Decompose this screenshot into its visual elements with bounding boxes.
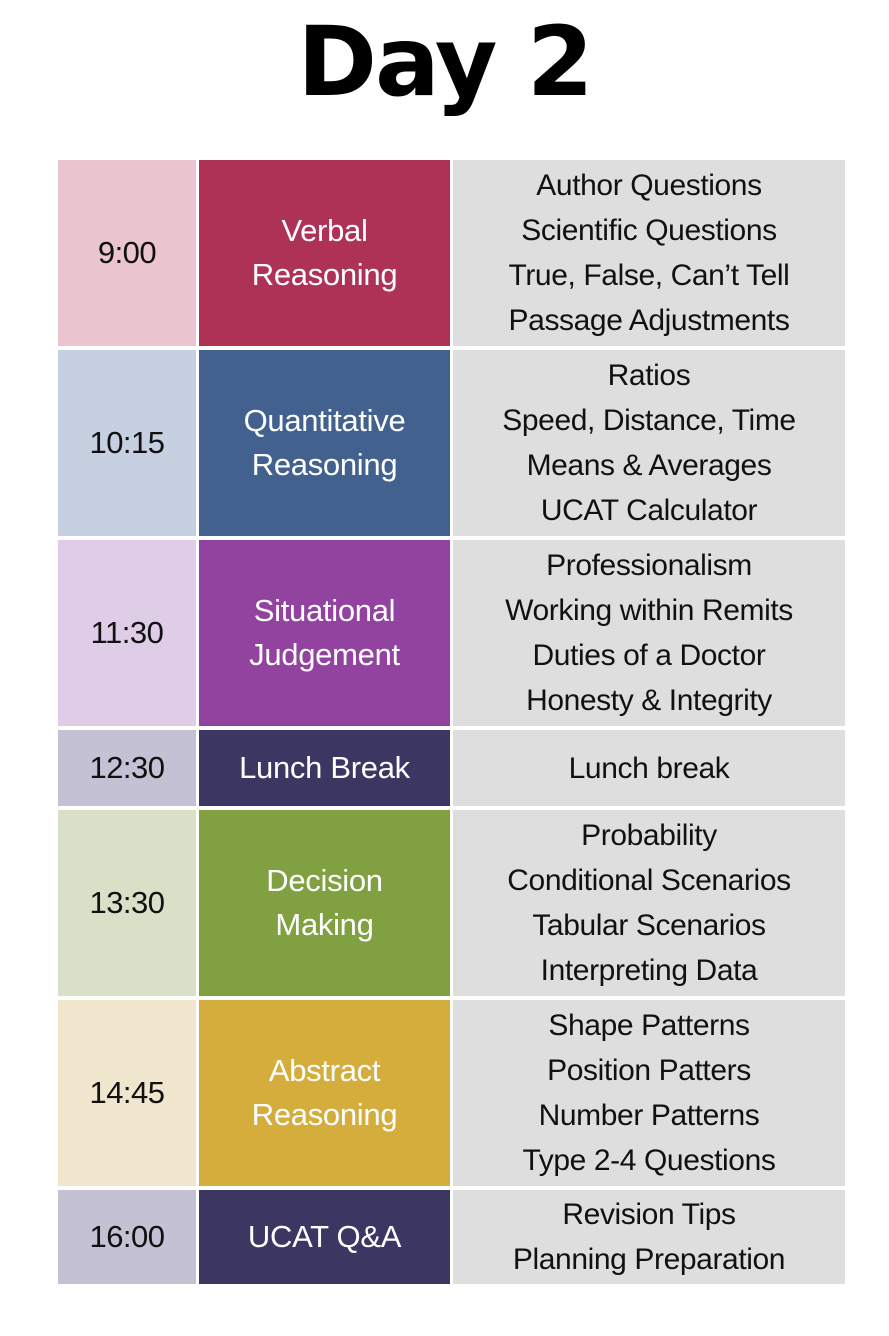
session-topic-item: Planning Preparation — [512, 1243, 786, 1276]
session-topic-item: Type 2-4 Questions — [522, 1144, 776, 1177]
session-subject-label: Situational Judgement — [249, 589, 400, 677]
session-topic-item: Ratios — [607, 359, 691, 392]
session-topics-cell: Revision Tips Planning Preparation — [453, 1190, 845, 1284]
page-title: Day 2 — [297, 6, 593, 118]
session-topic-item: Speed, Distance, Time — [502, 404, 796, 437]
session-subject-cell: Verbal Reasoning — [199, 160, 450, 346]
table-row: 12:30 Lunch Break Lunch break — [58, 730, 845, 806]
session-subject-cell: UCAT Q&A — [199, 1190, 450, 1284]
session-time-cell: 12:30 — [58, 730, 196, 806]
session-topic-item: Revision Tips — [562, 1198, 736, 1231]
session-topic-item: Tabular Scenarios — [532, 909, 766, 942]
table-row: 16:00 UCAT Q&A Revision Tips Planning Prepa… — [58, 1190, 845, 1284]
session-subject-line: Verbal — [281, 212, 368, 248]
session-topic-item: Position Patters — [547, 1054, 751, 1087]
session-topic-item: Shape Patterns — [548, 1009, 750, 1042]
session-time-cell: 10:15 — [58, 350, 196, 536]
session-topic-item: Author Questions — [536, 169, 762, 202]
session-topic-item: Working within Remits — [505, 594, 793, 627]
session-topics-cell: Probability Conditional Scenarios Tabular … — [453, 810, 845, 996]
session-topic-item: Interpreting Data — [540, 954, 758, 987]
session-subject-line: Reasoning — [251, 447, 398, 482]
session-time-cell: 11:30 — [58, 540, 196, 726]
table-row: 9:00 Verbal Reasoning Author Questions Scien… — [58, 160, 845, 346]
session-subject-line: Reasoning — [251, 1097, 398, 1132]
session-subject-line: Decision — [266, 862, 383, 898]
session-subject-cell: Quantitative Reasoning — [199, 350, 450, 536]
session-topics-cell: Shape Patterns Position Patters Number Pat… — [453, 1000, 845, 1186]
session-topics-cell: Author Questions Scientific Questions True… — [453, 160, 845, 346]
session-time-cell: 9:00 — [58, 160, 196, 346]
session-topic-item: Lunch break — [568, 751, 730, 785]
session-subject-line: Quantitative — [243, 402, 406, 438]
table-row: 10:15 Quantitative Reasoning Ratios Speed, D… — [58, 350, 845, 536]
session-subject-label: Decision Making — [266, 859, 383, 947]
session-subject-line: Making — [275, 907, 374, 942]
session-time-cell: 16:00 — [58, 1190, 196, 1284]
session-topics-cell: Lunch break — [453, 730, 845, 806]
session-subject-line: UCAT Q&A — [247, 1218, 402, 1254]
session-topic-item: Duties of a Doctor — [532, 639, 766, 672]
session-subject-cell: Situational Judgement — [199, 540, 450, 726]
session-topic-item: Number Patterns — [538, 1099, 760, 1132]
session-subject-line: Lunch Break — [239, 749, 410, 785]
session-topic-item: True, False, Can’t Tell — [508, 259, 790, 292]
session-subject-cell: Decision Making — [199, 810, 450, 996]
session-topics-cell: Ratios Speed, Distance, Time Means & Avera… — [453, 350, 845, 536]
session-subject-label: Abstract Reasoning — [252, 1049, 398, 1137]
schedule-table: 9:00 Verbal Reasoning Author Questions Scien… — [58, 160, 845, 1284]
session-topic-item: Means & Averages — [526, 449, 772, 482]
session-time-cell: 13:30 — [58, 810, 196, 996]
session-time-cell: 14:45 — [58, 1000, 196, 1186]
session-subject-line: Abstract — [268, 1052, 381, 1088]
session-subject-cell: Abstract Reasoning — [199, 1000, 450, 1186]
session-subject-cell: Lunch Break — [199, 730, 450, 806]
table-row: 11:30 Situational Judgement Professionalism… — [58, 540, 845, 726]
session-topic-item: Conditional Scenarios — [507, 864, 791, 897]
session-subject-line: Judgement — [249, 637, 400, 672]
table-row: 14:45 Abstract Reasoning Shape Patterns Posi… — [58, 1000, 845, 1186]
session-topic-item: Probability — [581, 819, 717, 852]
session-subject-label: UCAT Q&A — [247, 1215, 402, 1259]
session-topic-item: Passage Adjustments — [508, 304, 790, 337]
session-topic-item: Professionalism — [546, 549, 752, 582]
session-topic-item: Honesty & Integrity — [526, 684, 772, 717]
table-row: 13:30 Decision Making Probability Conditiona… — [58, 810, 845, 996]
session-subject-line: Reasoning — [251, 257, 398, 292]
session-subject-label: Verbal Reasoning — [252, 209, 398, 297]
session-topic-item: UCAT Calculator — [540, 494, 758, 527]
session-subject-label: Lunch Break — [239, 746, 410, 790]
session-topics-cell: Professionalism Working within Remits Duti… — [453, 540, 845, 726]
session-subject-line: Situational — [253, 592, 396, 628]
session-topic-item: Scientific Questions — [521, 214, 777, 247]
session-subject-label: Quantitative Reasoning — [244, 399, 406, 487]
